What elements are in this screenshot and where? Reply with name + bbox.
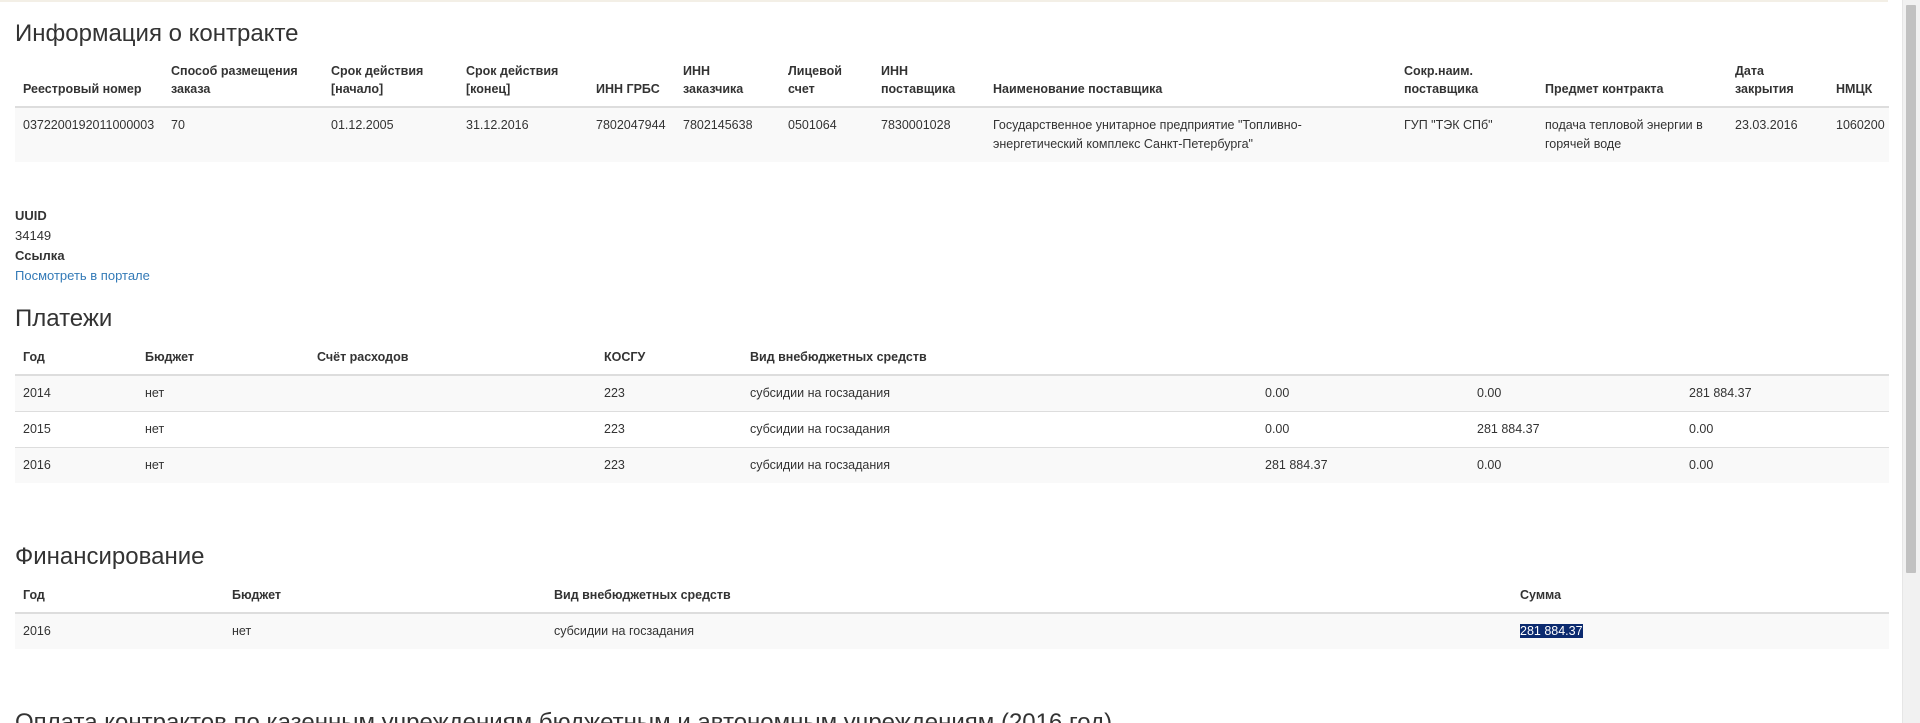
cell-inn-customer: 7802145638 [675,107,780,162]
top-border-line [0,0,1888,2]
cell-budget: нет [224,613,546,649]
col-offbudget-type: Вид внебюджетных средств [742,344,1257,376]
cell-amount-3: 281 884.37 [1681,375,1889,412]
scrollbar-thumb[interactable] [1906,5,1916,573]
col-year: Год [15,582,224,614]
table-row: 0372200192011000003 70 01.12.2005 31.12.… [15,107,1889,162]
financing-header-row: Год Бюджет Вид внебюджетных средств Сумм… [15,582,1889,614]
cell-closing-date: 23.03.2016 [1727,107,1828,162]
cell-inn-supplier: 7830001028 [873,107,985,162]
contract-info-table: Реестровый номер Способ размещения заказ… [15,58,1889,162]
col-inn-supplier: ИНН поставщика [873,58,985,108]
cell-year: 2016 [15,613,224,649]
cell-validity-start: 01.12.2005 [323,107,458,162]
cell-offbudget-type: субсидии на госзадания [742,447,1257,483]
financing-heading: Финансирование [15,543,205,570]
cell-year: 2014 [15,375,137,412]
col-inn-grbs: ИНН ГРБС [588,58,675,108]
col-supplier-short-name: Сокр.наим. поставщика [1396,58,1537,108]
table-row: 2016 нет субсидии на госзадания 281 884.… [15,613,1889,649]
cell-inn-grbs: 7802047944 [588,107,675,162]
col-amount-2 [1469,344,1681,376]
col-sum: Сумма [1512,582,1889,614]
uuid-value: 34149 [15,228,52,243]
col-nmck: НМЦК [1828,58,1889,108]
cell-nmck: 1060200 [1828,107,1889,162]
financing-table: Год Бюджет Вид внебюджетных средств Сумм… [15,582,1889,649]
col-kosgu: КОСГУ [596,344,742,376]
col-closing-date: Дата закрытия [1727,58,1828,108]
cell-offbudget-type: субсидии на госзадания [742,375,1257,412]
col-placement-method: Способ размещения заказа [163,58,323,108]
cell-budget: нет [137,447,309,483]
cell-year: 2016 [15,447,137,483]
cell-validity-end: 31.12.2016 [458,107,588,162]
col-validity-start: Срок действия [начало] [323,58,458,108]
cell-amount-3: 0.00 [1681,411,1889,448]
selected-sum-text[interactable]: 281 884.37 [1520,624,1583,638]
col-amount-3 [1681,344,1889,376]
cell-amount-1: 281 884.37 [1257,447,1469,483]
cell-supplier-short-name: ГУП "ТЭК СПб" [1396,107,1537,162]
cell-expense-account [309,375,596,412]
col-personal-account: Лицевой счет [780,58,873,108]
col-amount-1 [1257,344,1469,376]
table-row: 2015 нет 223 субсидии на госзадания 0.00… [15,411,1889,448]
col-contract-subject: Предмет контракта [1537,58,1727,108]
cell-amount-2: 0.00 [1469,375,1681,412]
cell-kosgu: 223 [596,375,742,412]
cell-contract-subject: подача тепловой энергии в горячей воде [1537,107,1727,162]
cell-amount-2: 281 884.37 [1469,411,1681,448]
cell-offbudget-type: субсидии на госзадания [546,613,1512,649]
cell-amount-3: 0.00 [1681,447,1889,483]
cell-budget: нет [137,375,309,412]
col-validity-end: Срок действия [конец] [458,58,588,108]
uuid-label: UUID [15,208,47,223]
view-in-portal-link[interactable]: Посмотреть в портале [15,268,150,283]
cell-budget: нет [137,411,309,448]
col-budget: Бюджет [137,344,309,376]
cell-supplier-name: Государственное унитарное предприятие "Т… [985,107,1396,162]
cell-placement-method: 70 [163,107,323,162]
contract-info-header-row: Реестровый номер Способ размещения заказ… [15,58,1889,108]
contract-payments-heading: Оплата контрактов по казенным учреждения… [15,709,1113,723]
cell-amount-1: 0.00 [1257,411,1469,448]
col-budget: Бюджет [224,582,546,614]
col-supplier-name: Наименование поставщика [985,58,1396,108]
cell-kosgu: 223 [596,447,742,483]
col-offbudget-type: Вид внебюджетных средств [546,582,1512,614]
table-row: 2016 нет 223 субсидии на госзадания 281 … [15,447,1889,483]
link-label: Ссылка [15,248,65,263]
col-registry-number: Реестровый номер [15,58,163,108]
cell-amount-2: 0.00 [1469,447,1681,483]
vertical-scrollbar[interactable] [1902,0,1920,723]
col-expense-account: Счёт расходов [309,344,596,376]
cell-amount-1: 0.00 [1257,375,1469,412]
col-inn-customer: ИНН заказчика [675,58,780,108]
cell-kosgu: 223 [596,411,742,448]
contract-info-heading: Информация о контракте [15,20,299,47]
table-row: 2014 нет 223 субсидии на госзадания 0.00… [15,375,1889,412]
cell-offbudget-type: субсидии на госзадания [742,411,1257,448]
cell-sum: 281 884.37 [1512,613,1889,649]
payments-table: Год Бюджет Счёт расходов КОСГУ Вид внебю… [15,344,1889,483]
payments-header-row: Год Бюджет Счёт расходов КОСГУ Вид внебю… [15,344,1889,376]
col-year: Год [15,344,137,376]
cell-expense-account [309,447,596,483]
payments-heading: Платежи [15,305,113,332]
cell-personal-account: 0501064 [780,107,873,162]
cell-expense-account [309,411,596,448]
cell-year: 2015 [15,411,137,448]
cell-registry-number: 0372200192011000003 [15,107,163,162]
